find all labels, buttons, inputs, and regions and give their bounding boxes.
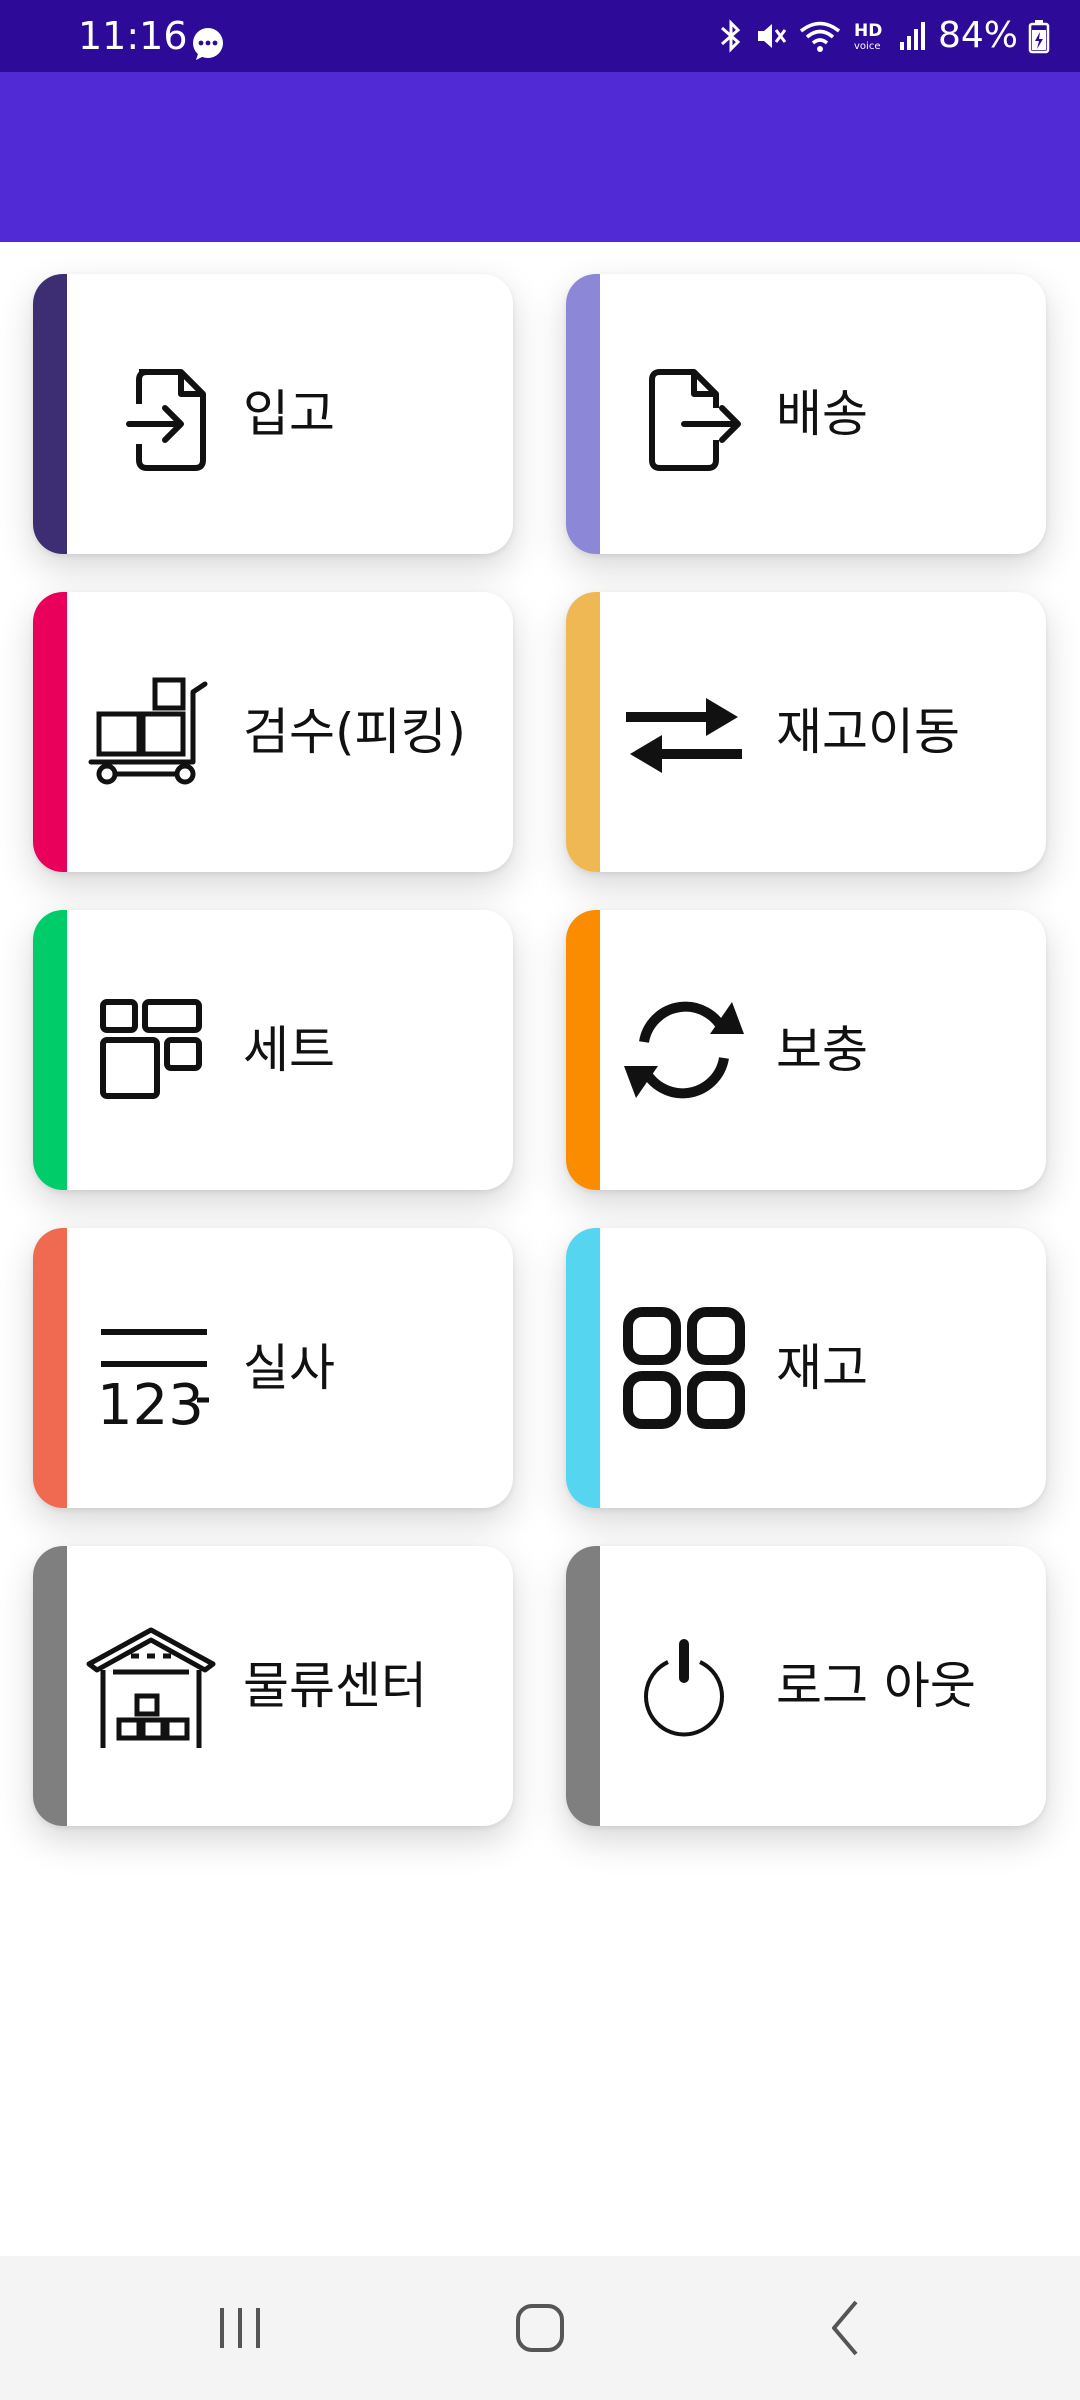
menu-item-inspection-picking[interactable]: 검수(피킹) <box>33 592 513 872</box>
card-accent <box>33 1546 67 1826</box>
card-accent <box>33 274 67 554</box>
menu-item-label: 세트 <box>243 1021 335 1079</box>
menu-item-label: 검수(피킹) <box>243 703 467 761</box>
status-time: 11:16 <box>78 14 188 58</box>
status-bar: 11:16 HD voice 84% <box>0 0 1080 72</box>
card-accent <box>33 910 67 1190</box>
menu-item-stock-transfer[interactable]: 재고이동 <box>566 592 1046 872</box>
menu-item-inbound[interactable]: 입고 <box>33 274 513 554</box>
warehouse-icon <box>86 1627 216 1748</box>
svg-text:HD: HD <box>854 21 882 41</box>
refresh-icon <box>624 1001 744 1099</box>
menu-item-shipping[interactable]: 배송 <box>566 274 1046 554</box>
menu-item-label: 입고 <box>243 385 335 443</box>
menu-item-label: 배송 <box>776 385 868 443</box>
menu-item-label: 물류센터 <box>243 1657 427 1715</box>
card-accent <box>566 1546 600 1826</box>
recent-apps-icon[interactable] <box>200 2288 280 2368</box>
back-icon[interactable] <box>806 2288 886 2368</box>
set-grid-icon <box>100 999 202 1099</box>
menu-item-replenish[interactable]: 보충 <box>566 910 1046 1190</box>
system-nav-bar <box>0 2256 1080 2400</box>
menu-item-logistics-center[interactable]: 물류센터 <box>33 1546 513 1826</box>
cart-boxes-icon <box>88 677 208 785</box>
swap-arrows-icon <box>626 698 742 773</box>
bluetooth-icon <box>720 19 741 53</box>
card-accent <box>566 910 600 1190</box>
menu-item-label: 재고이동 <box>776 703 960 761</box>
menu-item-label: 보충 <box>776 1021 868 1079</box>
menu-item-label: 실사 <box>243 1339 335 1397</box>
card-accent <box>33 1228 67 1508</box>
battery-charging-icon <box>1028 20 1050 54</box>
wifi-icon <box>799 21 841 52</box>
card-accent <box>33 592 67 872</box>
card-accent <box>566 592 600 872</box>
hd-voice-icon: HD voice <box>854 21 882 52</box>
file-export-icon <box>649 369 741 471</box>
home-icon[interactable] <box>500 2288 580 2368</box>
svg-text:voice: voice <box>854 41 880 52</box>
card-accent <box>566 274 600 554</box>
chat-bubble-icon <box>193 28 223 60</box>
battery-percent: 84% <box>937 15 1018 56</box>
menu-item-inventory[interactable]: 재고 <box>566 1228 1046 1508</box>
svg-text:123: 123 <box>97 1373 204 1438</box>
menu-item-set[interactable]: 세트 <box>33 910 513 1190</box>
menu-item-logout[interactable]: 로그 아웃 <box>566 1546 1046 1826</box>
signal-icon <box>899 22 925 50</box>
menu-item-label: 로그 아웃 <box>776 1657 976 1715</box>
menu-item-physical-count[interactable]: 123 실사 <box>33 1228 513 1508</box>
menu-item-label: 재고 <box>776 1339 868 1397</box>
status-icons: HD voice 84% <box>718 12 1050 60</box>
file-import-icon <box>126 369 206 471</box>
count-123-icon: 123 <box>97 1329 209 1438</box>
app-bar <box>0 72 1080 242</box>
card-accent <box>566 1228 600 1508</box>
power-icon <box>644 1639 724 1737</box>
mute-icon <box>757 24 787 48</box>
apps-grid-icon <box>623 1307 745 1429</box>
